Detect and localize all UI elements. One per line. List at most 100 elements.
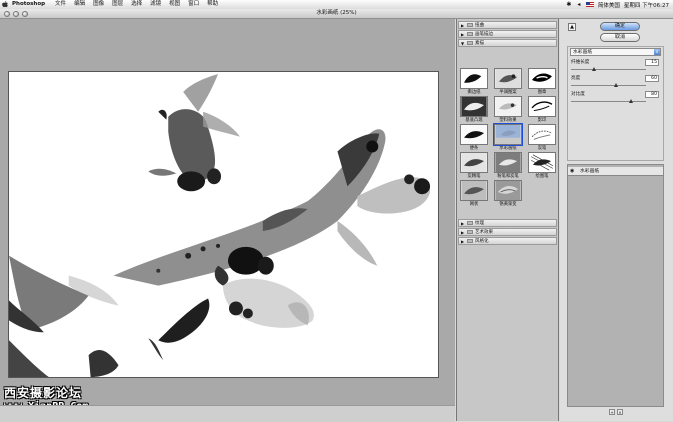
param-value-input[interactable]: 60 (645, 75, 659, 82)
effect-layers-panel: ◉ 水彩画纸 (567, 164, 664, 407)
thumb-chalk-charcoal[interactable]: 粉笔和炭笔 (494, 152, 522, 182)
category-stylize[interactable]: ▶ 风格化 (458, 237, 557, 245)
goldfish-painting (9, 72, 438, 377)
menu-window[interactable]: 窗口 (188, 0, 199, 9)
window-title: 水彩画纸 (25%) (316, 10, 357, 16)
category-sketch[interactable]: ▼ 素描 (458, 39, 557, 47)
thumb-label: 图章 (537, 90, 547, 95)
slider-knob[interactable] (629, 99, 633, 103)
menu-app-photoshop[interactable]: Photoshop (12, 0, 45, 9)
effect-layer-label: 水彩画纸 (580, 169, 600, 174)
apple-icon[interactable] (0, 0, 10, 9)
filter-select[interactable]: 水彩画纸 ⇕ (570, 48, 661, 56)
thumb-image (494, 68, 522, 89)
collapsed-arrow-icon: ▶ (461, 220, 465, 226)
thumb-label: 网状 (469, 202, 479, 207)
zoom-bar[interactable] (0, 405, 455, 422)
collapsed-arrow-icon: ▶ (461, 22, 465, 28)
collapsed-arrow-icon: ▶ (461, 238, 465, 244)
thumb-label: 塑料效果 (499, 118, 517, 123)
category-label: 风格化 (475, 239, 489, 244)
menubar-clock[interactable]: 星期四 下午06:27 (624, 1, 669, 9)
category-texture[interactable]: ▶ 纹理 (458, 219, 557, 227)
thumb-conte-crayon[interactable]: 炭精笔 (460, 152, 488, 182)
thumb-chrome[interactable]: 铬黄渐变 (494, 180, 522, 210)
expanded-arrow-icon: ▼ (461, 40, 465, 46)
eye-icon[interactable]: ◉ (570, 169, 574, 174)
preview-area[interactable]: 西安摄影论坛 www.XianPP.Com (0, 19, 455, 412)
collapsed-arrow-icon: ▶ (461, 31, 465, 37)
thumb-halftone[interactable]: 半调图案 (494, 68, 522, 98)
filter-select-value: 水彩画纸 (573, 50, 593, 55)
bluetooth-icon[interactable]: ✱ (566, 1, 572, 8)
thumb-image (494, 152, 522, 173)
thumb-image (460, 124, 488, 145)
thumb-water-paper[interactable]: 水彩画纸 (493, 123, 523, 154)
thumb-label: 粉笔和炭笔 (497, 174, 519, 179)
thumb-charcoal[interactable]: 炭笔 (528, 124, 556, 154)
param-fiber-length: 纤维长度 15 (570, 59, 661, 75)
effect-layer-row[interactable]: ◉ 水彩画纸 (568, 167, 663, 176)
slider-knob[interactable] (591, 67, 596, 71)
folder-icon (467, 23, 473, 27)
menu-select[interactable]: 选择 (131, 0, 142, 9)
thumb-plastic-wrap[interactable]: 塑料效果 (494, 96, 522, 126)
slider-knob[interactable] (614, 83, 618, 87)
category-brush-strokes[interactable]: ▶ 画笔描边 (458, 30, 557, 38)
thumb-image (528, 152, 556, 173)
thumb-image (460, 152, 488, 173)
thumb-photocopy[interactable]: 影印 (528, 96, 556, 126)
watermark-title: 西安摄影论坛 (4, 386, 83, 400)
thumb-label: 基底凸现 (465, 118, 483, 123)
param-brightness: 亮度 60 (570, 75, 661, 91)
folder-icon (467, 41, 473, 45)
slider-track[interactable] (571, 69, 646, 70)
menu-image[interactable]: 图像 (93, 0, 104, 9)
folder-icon (467, 32, 473, 36)
input-method-label[interactable]: 简体美国 (598, 1, 620, 9)
param-value-input[interactable]: 15 (645, 59, 659, 66)
thumb-stamp[interactable]: 图章 (528, 68, 556, 98)
param-label: 亮度 (571, 76, 581, 81)
ok-button[interactable]: 确定 (600, 22, 640, 31)
menu-edit[interactable]: 编辑 (74, 0, 85, 9)
filter-gallery: ▶ 扭曲 ▶ 画笔描边 ▼ 素描 撕边纸 半调图案 图章 基底凸现 塑料效果 影… (456, 19, 559, 421)
thumb-image (494, 96, 522, 117)
folder-icon (467, 230, 473, 234)
thumb-note-paper[interactable]: 便条 (460, 124, 488, 154)
slider-track[interactable] (571, 85, 646, 86)
delete-effect-layer-icon[interactable]: × (617, 409, 623, 415)
param-value-input[interactable]: 80 (645, 91, 659, 98)
param-label: 对比度 (571, 92, 585, 97)
menu-filter[interactable]: 滤镜 (150, 0, 161, 9)
slider-track[interactable] (571, 101, 646, 102)
us-flag-icon[interactable] (585, 2, 594, 7)
thumb-graphic-pen[interactable]: 绘图笔 (528, 152, 556, 182)
thumb-label: 炭笔 (537, 146, 547, 151)
menu-help[interactable]: 帮助 (207, 0, 218, 9)
thumb-image (460, 180, 488, 201)
thumb-label: 炭精笔 (467, 174, 481, 179)
category-label: 艺术效果 (475, 230, 493, 235)
thumb-image (494, 180, 522, 201)
menu-layer[interactable]: 图层 (112, 0, 123, 9)
category-artistic[interactable]: ▶ 艺术效果 (458, 228, 557, 236)
chevron-up-icon: ▲ (570, 24, 574, 30)
menu-view[interactable]: 视图 (169, 0, 180, 9)
thumb-bas-relief[interactable]: 基底凸现 (460, 96, 488, 126)
thumb-label: 绘图笔 (535, 174, 549, 179)
thumb-image (528, 68, 556, 89)
category-distort[interactable]: ▶ 扭曲 (458, 21, 557, 29)
preview-canvas[interactable] (8, 71, 439, 378)
filter-settings: 水彩画纸 ⇕ 纤维长度 15 亮度 60 对比度 80 (567, 46, 664, 161)
thumb-torn-edges[interactable]: 撕边纸 (460, 68, 488, 98)
volume-icon[interactable]: ◂ (576, 1, 582, 8)
cancel-button[interactable]: 取消 (600, 33, 640, 42)
menu-file[interactable]: 文件 (55, 0, 66, 9)
window-title-bar[interactable]: 水彩画纸 (25%) (0, 9, 673, 19)
thumb-image (460, 68, 488, 89)
thumb-reticulation[interactable]: 网状 (460, 180, 488, 210)
collapse-gallery-button[interactable]: ▲ (568, 23, 576, 31)
new-effect-layer-icon[interactable]: + (609, 409, 615, 415)
category-label: 纹理 (475, 221, 484, 226)
